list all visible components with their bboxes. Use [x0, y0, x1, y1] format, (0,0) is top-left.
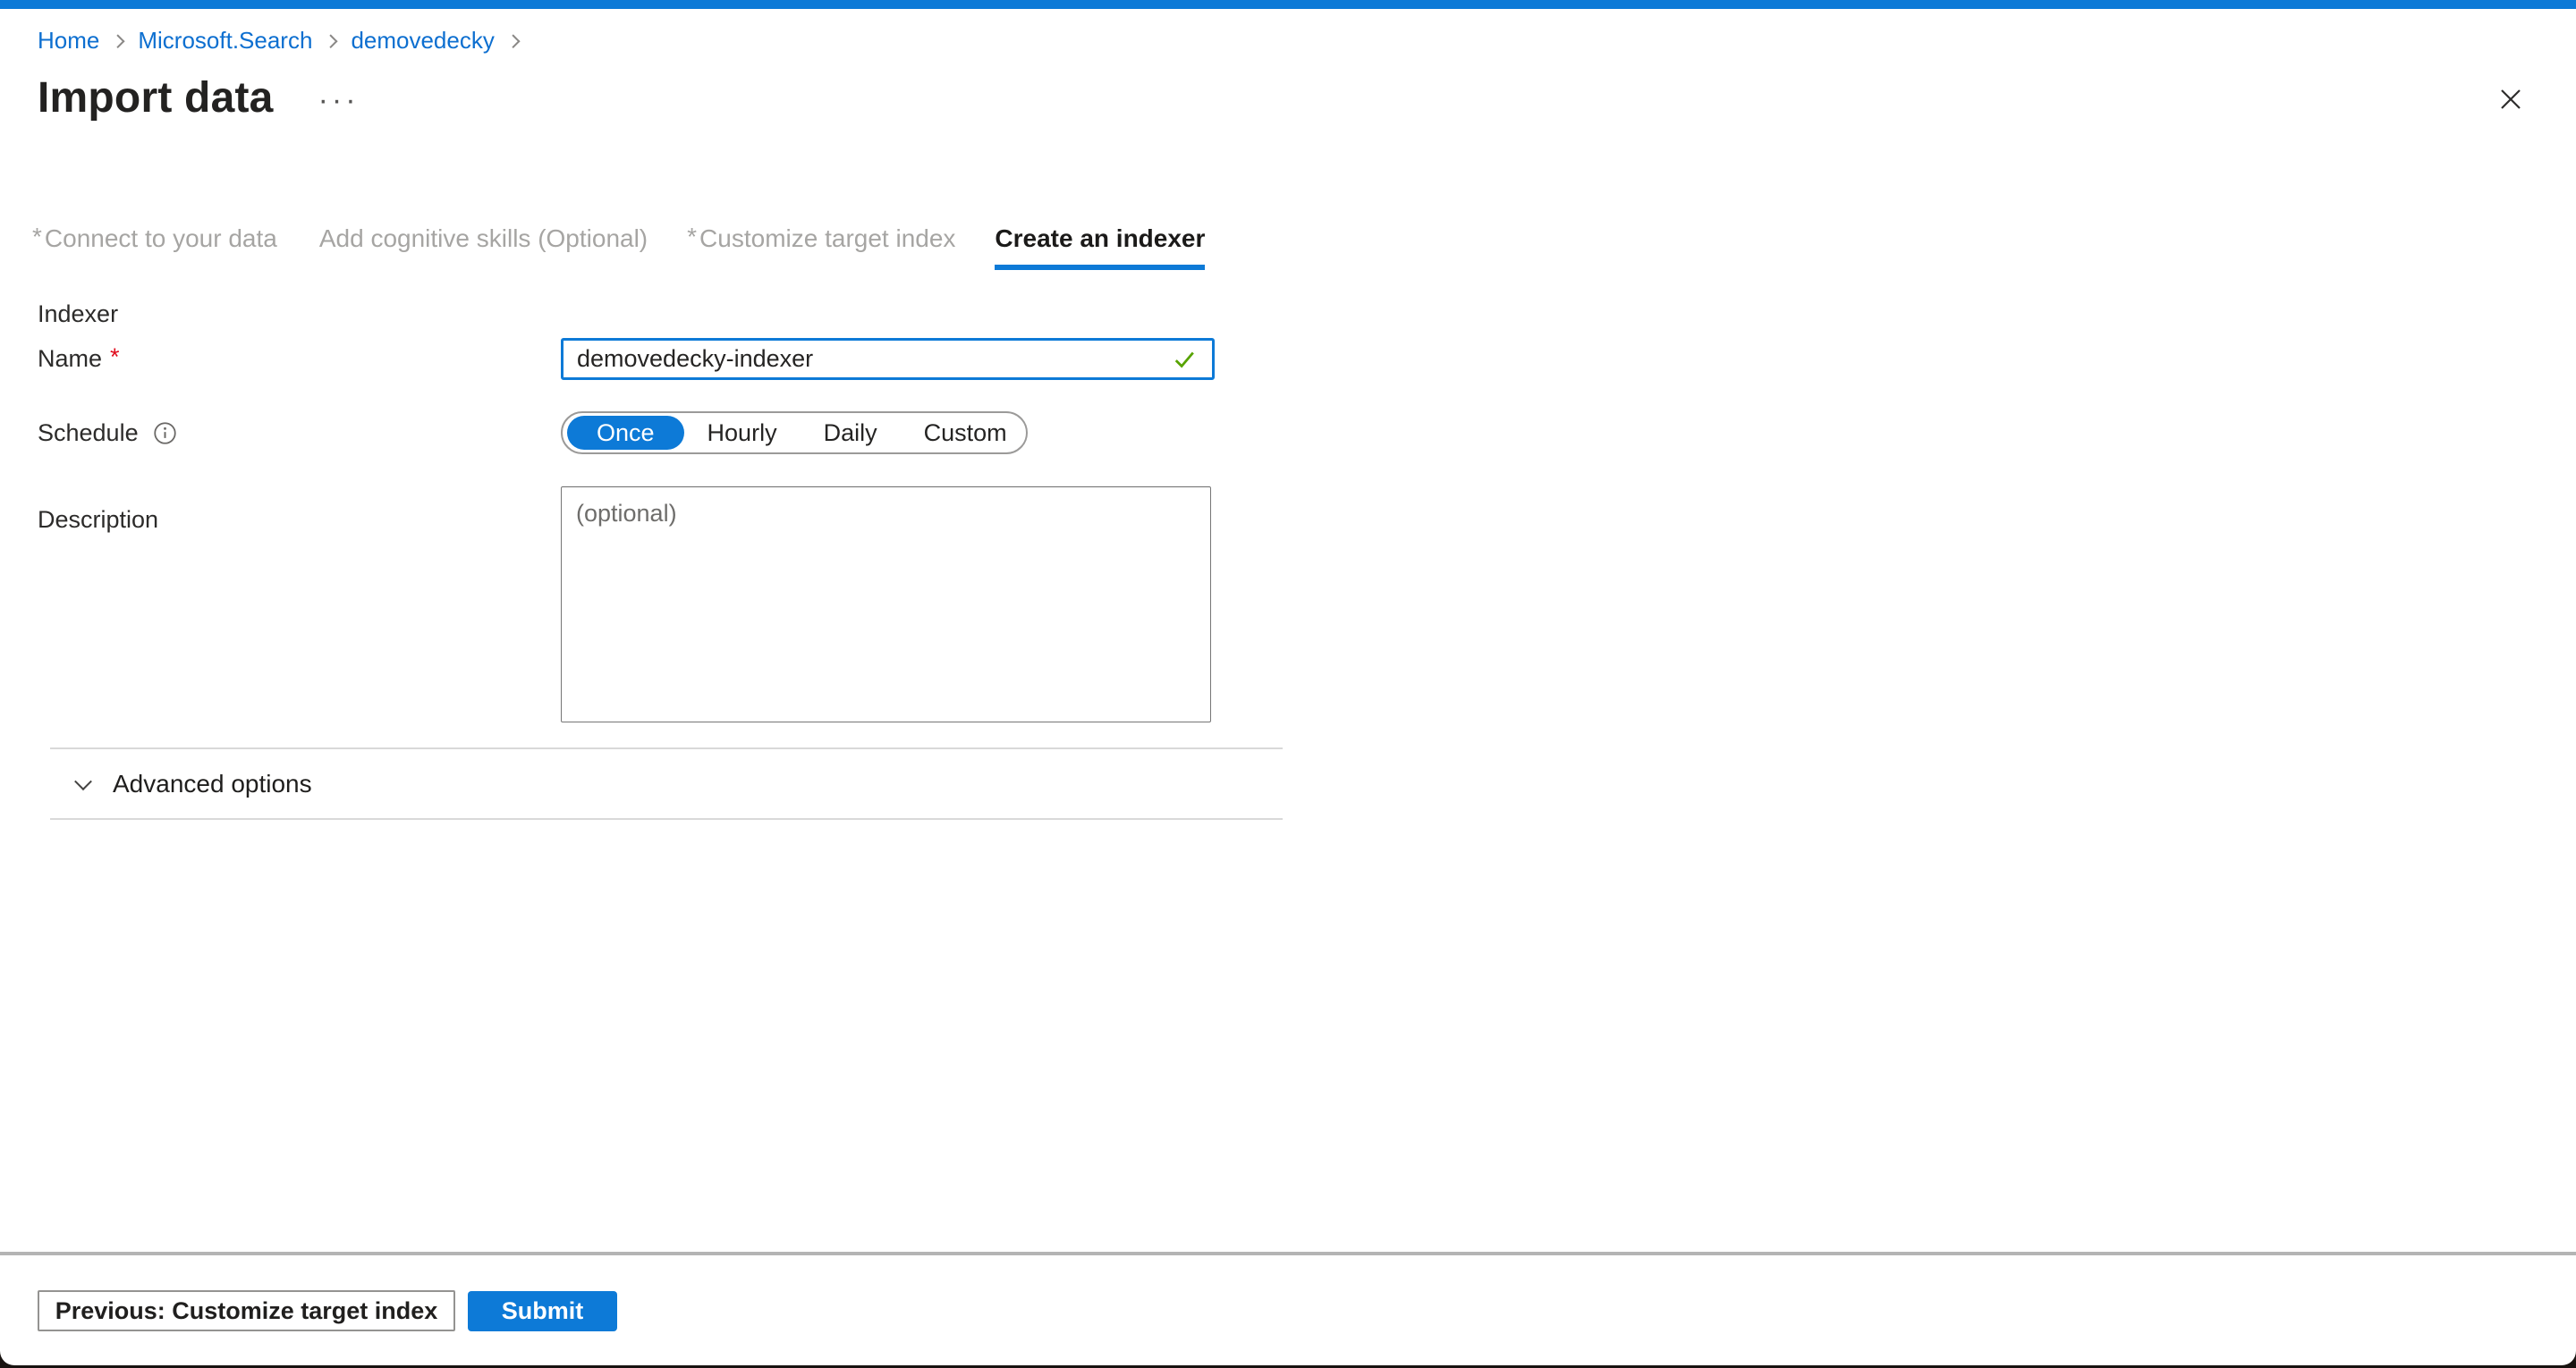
footer-buttons: Previous: Customize target index Submit — [38, 1290, 617, 1331]
tab-label: Add cognitive skills (Optional) — [319, 224, 648, 252]
title-row: Import data ··· — [38, 73, 360, 122]
tab-create-an-indexer[interactable]: Create an indexer — [995, 224, 1205, 254]
wizard-tabs: *Connect to your data Add cognitive skil… — [32, 224, 1205, 254]
tab-label: Connect to your data — [45, 224, 277, 252]
import-data-panel: Home Microsoft.Search demovedecky Import… — [0, 0, 2576, 1365]
tab-label: Create an indexer — [995, 224, 1205, 252]
schedule-option-daily[interactable]: Daily — [801, 416, 901, 450]
indexer-form: Indexer Name * Schedule — [38, 300, 1290, 722]
tab-label: Customize target index — [699, 224, 955, 252]
close-icon — [2497, 86, 2524, 113]
breadcrumb: Home Microsoft.Search demovedecky — [38, 27, 533, 55]
schedule-option-custom[interactable]: Custom — [901, 416, 1030, 450]
description-label-text: Description — [38, 506, 158, 534]
close-button[interactable] — [2488, 77, 2533, 122]
tab-customize-target-index[interactable]: *Customize target index — [687, 224, 955, 254]
schedule-label: Schedule — [38, 419, 561, 447]
schedule-toggle-group: Once Hourly Daily Custom — [561, 411, 1028, 454]
name-label: Name * — [38, 345, 561, 373]
indexer-name-input[interactable] — [577, 345, 1171, 373]
tab-connect-to-your-data[interactable]: *Connect to your data — [32, 224, 277, 254]
description-row: Description — [38, 486, 1290, 722]
submit-button[interactable]: Submit — [468, 1291, 617, 1331]
schedule-row: Schedule Once Hourly Daily Custom — [38, 411, 1290, 454]
info-icon[interactable] — [153, 421, 177, 445]
chevron-right-icon — [506, 34, 521, 48]
footer-divider — [0, 1252, 2576, 1255]
portal-top-accent-bar — [0, 0, 2576, 9]
breadcrumb-link-service[interactable]: Microsoft.Search — [138, 27, 312, 55]
previous-step-button[interactable]: Previous: Customize target index — [38, 1290, 455, 1331]
section-label-indexer: Indexer — [38, 300, 1290, 327]
chevron-down-icon — [74, 773, 92, 790]
tab-required-marker: * — [687, 223, 697, 250]
name-input-container — [561, 338, 1215, 380]
description-label: Description — [38, 486, 561, 534]
tab-required-marker: * — [32, 223, 42, 250]
advanced-options-label: Advanced options — [113, 770, 312, 798]
breadcrumb-link-resource[interactable]: demovedecky — [351, 27, 494, 55]
breadcrumb-link-home[interactable]: Home — [38, 27, 99, 55]
description-textarea[interactable] — [561, 486, 1211, 722]
tab-add-cognitive-skills[interactable]: Add cognitive skills (Optional) — [317, 224, 648, 254]
advanced-options-toggle[interactable]: Advanced options — [50, 747, 1283, 820]
more-options-button[interactable]: ··· — [318, 81, 360, 115]
schedule-option-once[interactable]: Once — [567, 416, 684, 450]
valid-check-icon — [1171, 346, 1198, 373]
active-tab-underline — [995, 265, 1205, 270]
required-asterisk: * — [110, 343, 120, 371]
page-title: Import data — [38, 73, 274, 122]
name-label-text: Name — [38, 345, 102, 373]
schedule-option-hourly[interactable]: Hourly — [684, 416, 801, 450]
name-row: Name * — [38, 338, 1290, 380]
chevron-right-icon — [324, 34, 338, 48]
advanced-options-inner: Advanced options — [77, 770, 312, 798]
chevron-right-icon — [111, 34, 125, 48]
schedule-label-text: Schedule — [38, 419, 139, 447]
